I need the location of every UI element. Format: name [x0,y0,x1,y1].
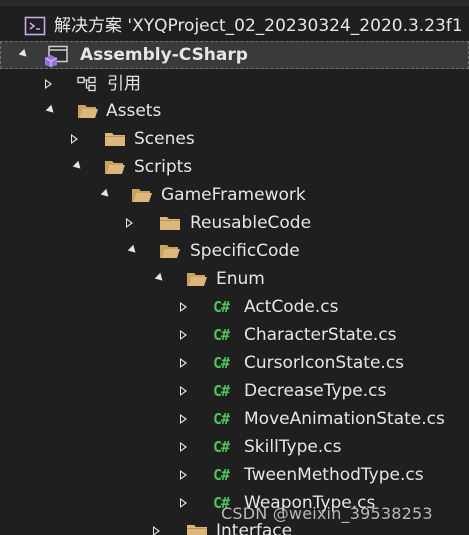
folder-node-reusablecode[interactable]: ReusableCode [0,209,469,237]
chevron-down-icon[interactable] [154,272,166,284]
file-node[interactable]: C# CursorIconState.cs [0,349,469,377]
folder-label: GameFramework [161,185,306,205]
folder-node-gameframework[interactable]: GameFramework [0,181,469,209]
csharp-file-icon: C# [213,410,230,428]
chevron-right-icon[interactable] [153,526,160,535]
folder-node-scripts[interactable]: Scripts [0,153,469,181]
chevron-right-icon[interactable] [45,79,52,89]
folder-open-icon [159,243,180,259]
folder-node-assets[interactable]: Assets [0,97,469,125]
csharp-file-icon: C# [213,326,230,344]
chevron-down-icon[interactable] [18,48,30,60]
chevron-right-icon[interactable] [180,330,187,340]
toolbar-strip [0,0,469,6]
folder-label: Enum [216,269,265,289]
chevron-down-icon[interactable] [100,188,112,200]
folder-node-scenes[interactable]: Scenes [0,125,469,153]
file-label: CursorIconState.cs [244,353,405,373]
project-label: Assembly-CSharp [80,45,248,65]
project-node[interactable]: Assembly-CSharp [0,41,469,69]
folder-icon [186,523,207,535]
watermark-text: CSDN @weixin_39538253 [221,504,433,523]
file-node[interactable]: C# MoveAnimationState.cs [0,405,469,433]
chevron-down-icon[interactable] [45,104,57,116]
file-label: CharacterState.cs [244,325,397,345]
folder-label: Assets [106,101,162,121]
chevron-right-icon[interactable] [126,218,133,228]
folder-label: SpecificCode [190,241,300,261]
chevron-right-icon[interactable] [180,386,187,396]
csharp-file-icon: C# [213,382,230,400]
chevron-right-icon[interactable] [71,134,78,144]
chevron-down-icon[interactable] [127,244,139,256]
file-label: MoveAnimationState.cs [244,409,445,429]
folder-node-enum[interactable]: Enum [0,265,469,293]
chevron-right-icon[interactable] [180,302,187,312]
chevron-down-icon[interactable] [72,160,84,172]
file-label: SkillType.cs [244,437,342,457]
chevron-right-icon[interactable] [180,442,187,452]
folder-icon [159,215,180,231]
csharp-file-icon: C# [213,466,230,484]
csharp-file-icon: C# [213,438,230,456]
solution-label: 解决方案 'XYQProject_02_20230324_2020.3.23f1 [54,16,463,36]
csharp-project-icon [44,45,70,67]
file-node[interactable]: C# DecreaseType.cs [0,377,469,405]
folder-node-specificcode[interactable]: SpecificCode [0,237,469,265]
folder-open-icon [77,103,98,119]
chevron-right-icon[interactable] [180,414,187,424]
folder-open-icon [104,159,125,175]
file-label: ActCode.cs [244,297,339,317]
chevron-right-icon[interactable] [180,498,187,508]
folder-open-icon [131,187,152,203]
folder-label: ReusableCode [190,213,312,233]
file-node[interactable]: C# ActCode.cs [0,293,469,321]
chevron-right-icon[interactable] [180,470,187,480]
solution-explorer-tree: 解决方案 'XYQProject_02_20230324_2020.3.23f1… [0,0,469,535]
solution-node[interactable]: 解决方案 'XYQProject_02_20230324_2020.3.23f1 [0,12,469,40]
folder-label: Scripts [134,157,193,177]
references-label: 引用 [107,74,141,94]
chevron-right-icon[interactable] [180,358,187,368]
file-node[interactable]: C# SkillType.cs [0,433,469,461]
csharp-file-icon: C# [213,354,230,372]
file-label: TweenMethodType.cs [244,465,424,485]
folder-open-icon [186,271,207,287]
folder-label: Scenes [134,129,195,149]
file-node[interactable]: C# CharacterState.cs [0,321,469,349]
solution-icon [24,16,46,36]
file-label: DecreaseType.cs [244,381,387,401]
file-node[interactable]: C# TweenMethodType.cs [0,461,469,489]
csharp-file-icon: C# [213,298,230,316]
references-icon [77,76,97,92]
folder-icon [104,131,125,147]
references-node[interactable]: 引用 [0,70,469,98]
